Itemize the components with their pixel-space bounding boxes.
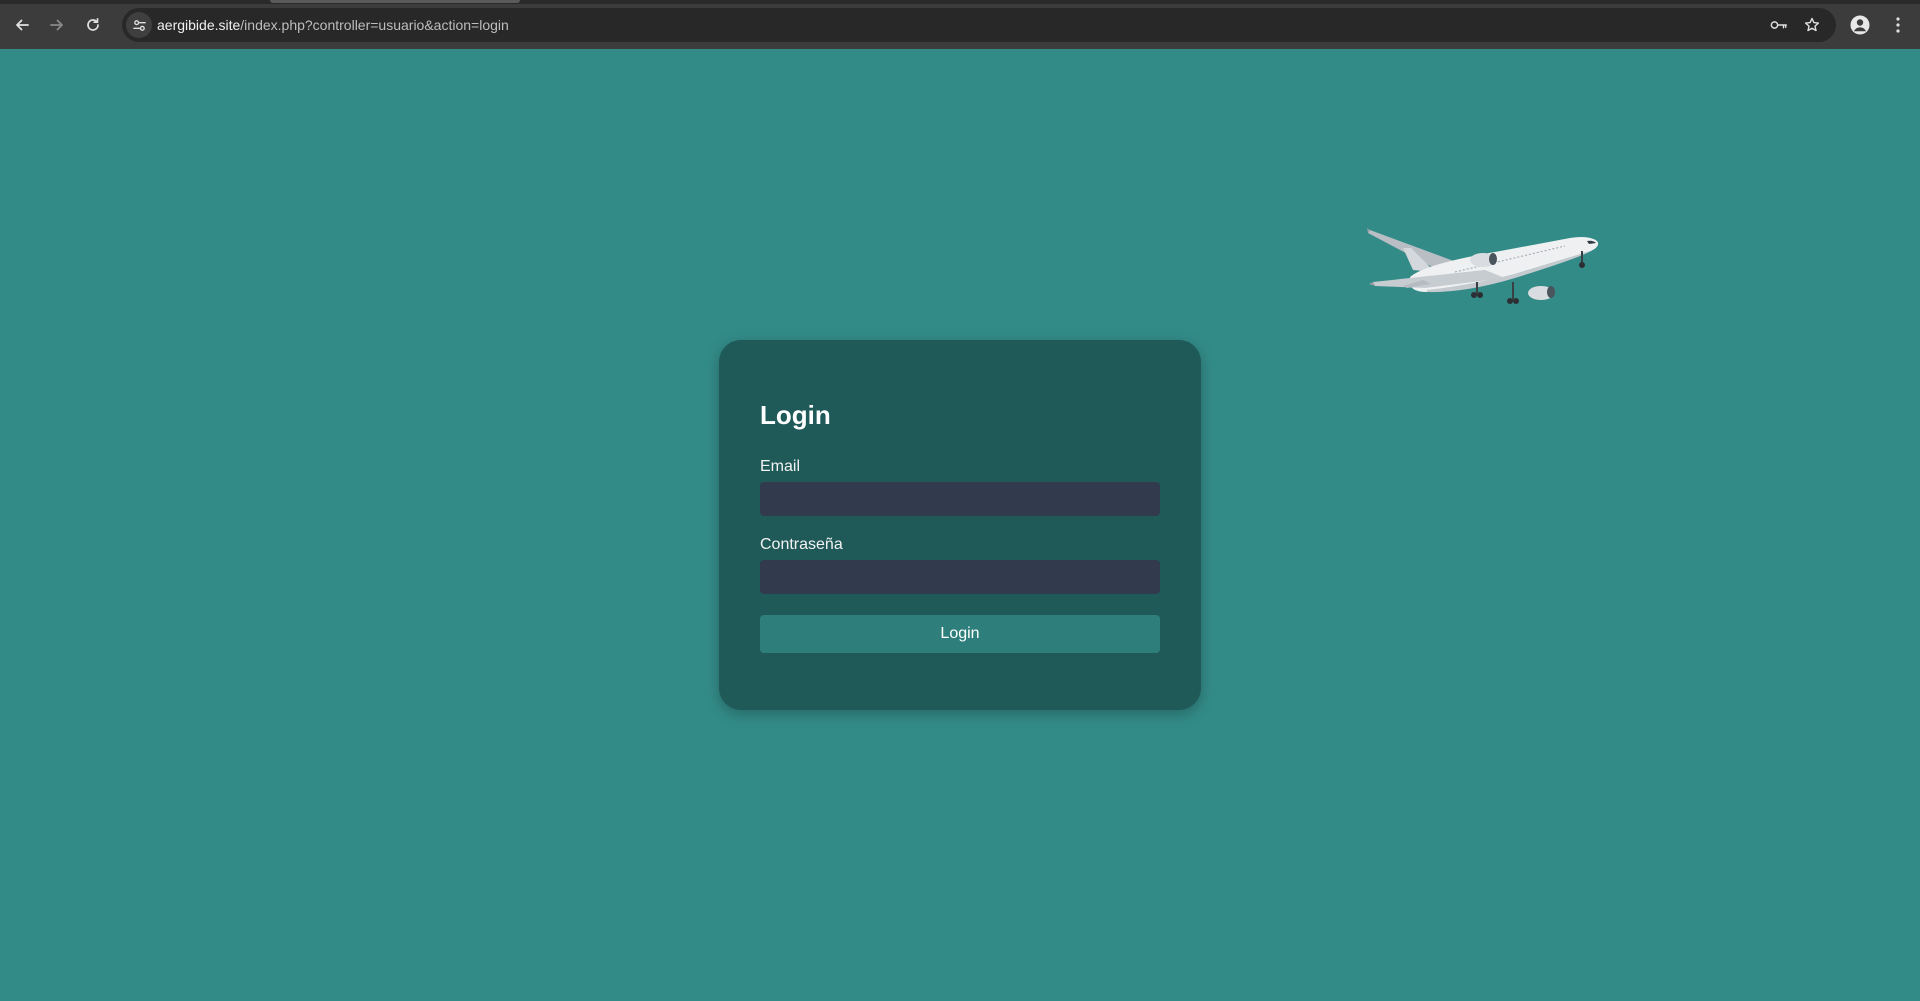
email-field[interactable] xyxy=(760,482,1160,516)
kebab-menu-icon xyxy=(1896,17,1900,33)
login-button[interactable]: Login xyxy=(760,615,1160,653)
reload-icon xyxy=(87,17,99,31)
key-icon xyxy=(1770,21,1787,29)
reload-button[interactable] xyxy=(80,12,106,38)
forward-button[interactable] xyxy=(44,12,70,38)
url-text[interactable]: aergibide.site/index.php?controller=usua… xyxy=(157,17,509,33)
site-info-button[interactable] xyxy=(126,12,152,38)
login-card: Login Email Contraseña Login xyxy=(719,340,1201,710)
profile-icon xyxy=(1850,15,1870,35)
tune-icon xyxy=(132,19,146,31)
password-label: Contraseña xyxy=(760,536,843,553)
password-field[interactable] xyxy=(760,560,1160,594)
arrow-right-icon xyxy=(50,19,63,31)
active-tab-indicator[interactable] xyxy=(270,0,520,3)
browser-toolbar: aergibide.site/index.php?controller=usua… xyxy=(0,0,1920,49)
back-button[interactable] xyxy=(9,12,35,38)
airplane-image xyxy=(1367,228,1599,304)
bookmark-button[interactable] xyxy=(1803,16,1821,34)
login-title: Login xyxy=(760,400,831,430)
url-path: /index.php?controller=usuario&action=log… xyxy=(240,17,509,33)
url-host: aergibide.site xyxy=(157,17,241,33)
address-bar[interactable]: aergibide.site/index.php?controller=usua… xyxy=(122,8,1836,42)
browser-menu-button[interactable] xyxy=(1886,13,1910,37)
password-manager-button[interactable] xyxy=(1770,16,1788,34)
profile-button[interactable] xyxy=(1848,13,1872,37)
arrow-left-icon xyxy=(16,19,29,31)
star-icon xyxy=(1804,17,1820,32)
email-label: Email xyxy=(760,458,801,475)
